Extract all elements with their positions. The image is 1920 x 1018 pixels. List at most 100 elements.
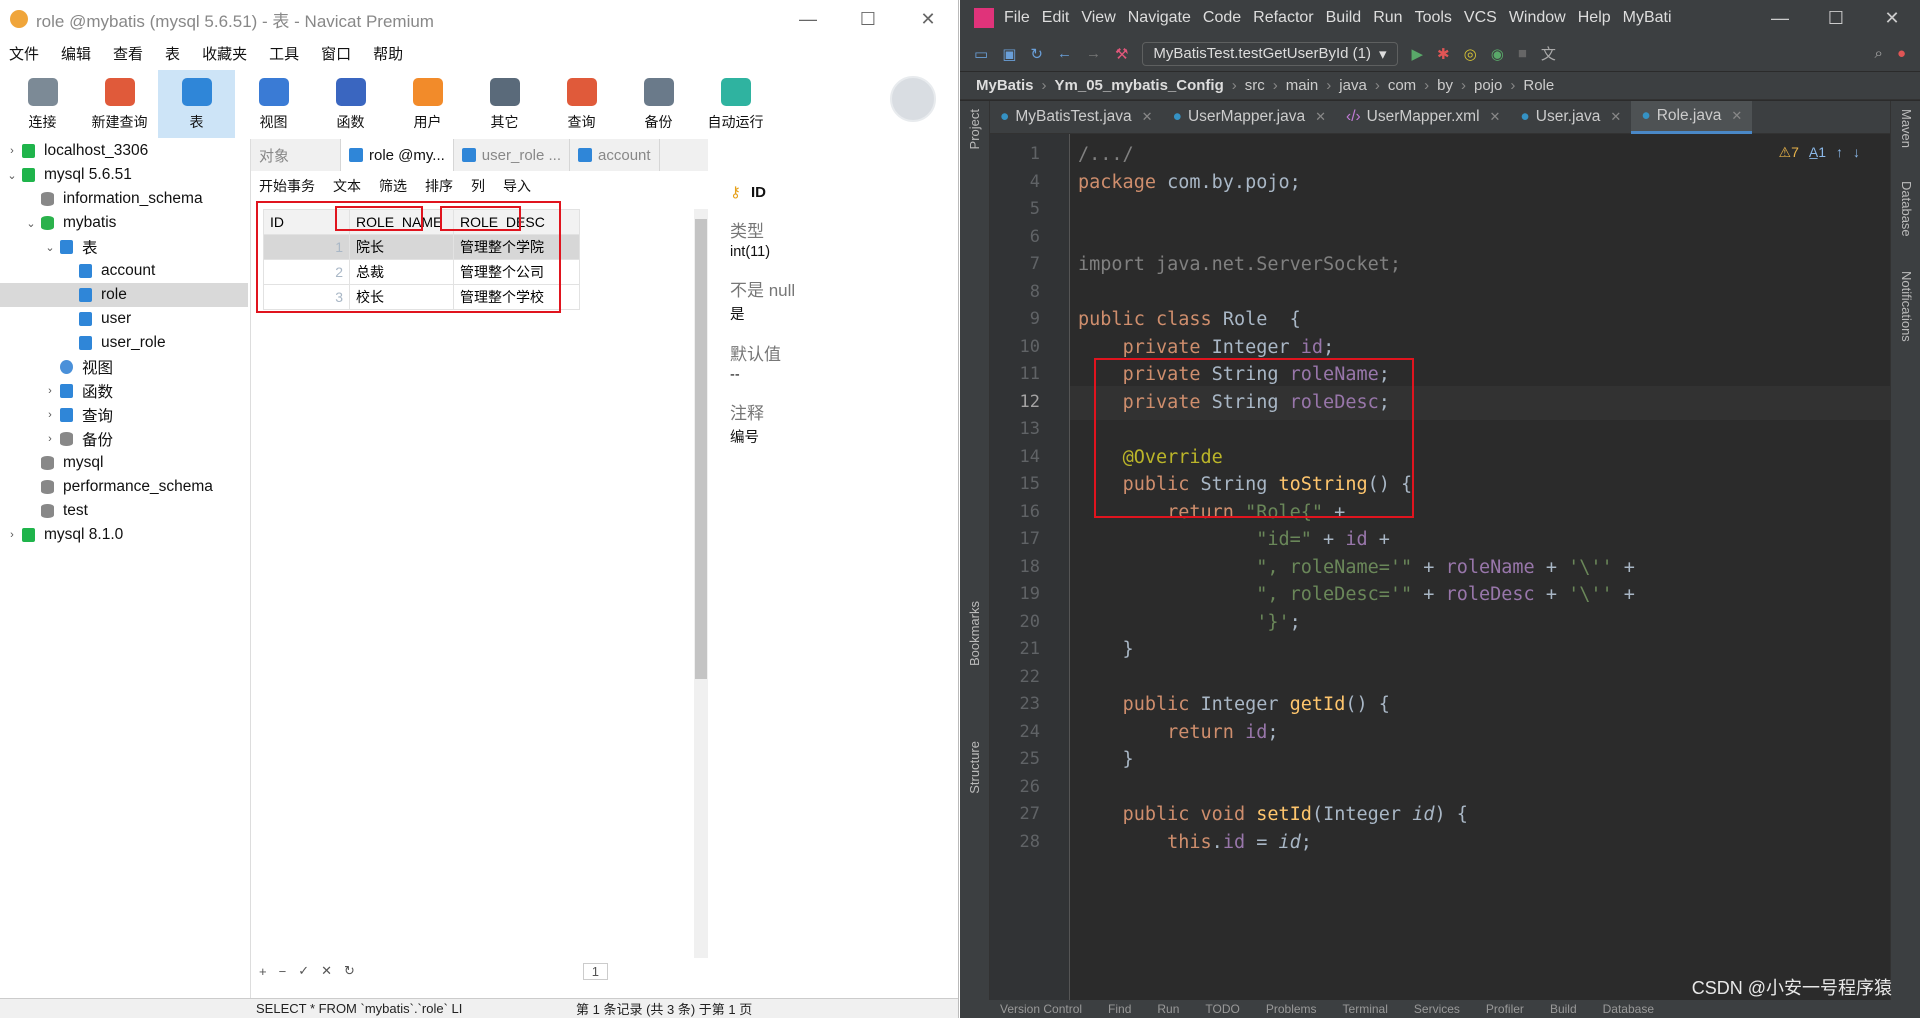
expand-icon[interactable]: ⌄	[25, 217, 37, 230]
tool-window-8[interactable]: Build	[1550, 1002, 1577, 1016]
tree-item[interactable]: user	[0, 307, 248, 331]
back-icon[interactable]: ←	[1057, 45, 1072, 62]
ide-menu-item-4[interactable]: Code	[1203, 9, 1241, 26]
object-tab-0[interactable]: 对象	[251, 139, 341, 171]
tree-item[interactable]: ⌄ 表	[0, 235, 248, 259]
object-tab-3[interactable]: account	[570, 139, 660, 171]
editor-tab-0[interactable]: ● MyBatisTest.java ✕	[990, 101, 1163, 134]
right-tool-0[interactable]: Maven	[1899, 109, 1914, 148]
tree-item[interactable]: test	[0, 499, 248, 523]
refresh-icon[interactable]: ↻	[344, 963, 355, 979]
expand-icon[interactable]: ›	[44, 433, 56, 445]
ide-menu-item-3[interactable]: Navigate	[1128, 9, 1191, 26]
menu-item-1[interactable]: 编辑	[52, 43, 104, 64]
ide-menu-item-6[interactable]: Build	[1326, 9, 1362, 26]
tree-item[interactable]: 视图	[0, 355, 248, 379]
maximize-icon[interactable]: ☐	[838, 0, 898, 38]
object-tab-2[interactable]: user_role ...	[454, 139, 571, 171]
breadcrumb-item[interactable]: Ym_05_mybatis_Config	[1055, 77, 1224, 94]
breadcrumb-item[interactable]: MyBatis	[976, 77, 1034, 94]
add-row-icon[interactable]: +	[259, 964, 267, 979]
breadcrumb-item[interactable]: com	[1388, 77, 1416, 94]
menu-item-5[interactable]: 工具	[260, 43, 312, 64]
scroll-thumb[interactable]	[695, 219, 707, 679]
expand-icon[interactable]: ⌄	[6, 169, 18, 182]
menu-item-2[interactable]: 查看	[104, 43, 156, 64]
toolbar-button-7[interactable]: 查询	[543, 70, 620, 138]
toolbar-button-5[interactable]: 用户	[389, 70, 466, 138]
breadcrumb-item[interactable]: src	[1245, 77, 1265, 94]
editor-tab-4[interactable]: ● Role.java ✕	[1631, 100, 1753, 134]
close-tab-icon[interactable]: ✕	[1731, 108, 1742, 124]
open-icon[interactable]: ▭	[974, 45, 988, 63]
tree-item[interactable]: information_schema	[0, 187, 248, 211]
minimize-icon[interactable]: —	[778, 0, 838, 38]
editor-tab-2[interactable]: ‹/› UserMapper.xml ✕	[1336, 101, 1510, 134]
ide-menu-item-12[interactable]: MyBati	[1623, 9, 1672, 26]
save-icon[interactable]: ▣	[1002, 45, 1016, 63]
tree-item[interactable]: › mysql 8.1.0	[0, 523, 248, 547]
close-tab-icon[interactable]: ✕	[1610, 109, 1621, 125]
ide-menu-item-1[interactable]: Edit	[1042, 9, 1070, 26]
grid-tool-2[interactable]: 筛选	[379, 176, 407, 196]
ide-menu-item-7[interactable]: Run	[1373, 9, 1402, 26]
tree-item[interactable]: › 查询	[0, 403, 248, 427]
update-icon[interactable]: ●	[1897, 45, 1906, 62]
breadcrumb-item[interactable]: java	[1339, 77, 1367, 94]
menu-item-0[interactable]: 文件	[0, 43, 52, 64]
menu-item-3[interactable]: 表	[156, 43, 193, 64]
tree-item[interactable]: › 函数	[0, 379, 248, 403]
object-tab-1[interactable]: role @my...	[341, 139, 454, 171]
debug-icon[interactable]: ✱	[1437, 45, 1450, 63]
grid-scrollbar[interactable]	[694, 209, 708, 958]
toolbar-button-8[interactable]: 备份	[620, 70, 697, 138]
toolbar-button-1[interactable]: 新建查询	[81, 70, 158, 138]
tool-window-1[interactable]: Find	[1108, 1002, 1131, 1016]
right-tool-1[interactable]: Database	[1899, 181, 1914, 237]
next-highlight-icon[interactable]: ↓	[1853, 144, 1860, 161]
expand-icon[interactable]: ›	[6, 145, 18, 157]
code-line[interactable]: this.id = id;	[1070, 826, 1890, 860]
menu-item-6[interactable]: 窗口	[312, 43, 364, 64]
coverage-icon[interactable]: ◎	[1464, 45, 1477, 63]
close-tab-icon[interactable]: ✕	[1315, 109, 1326, 125]
menu-item-4[interactable]: 收藏夹	[193, 43, 260, 64]
ide-menu-item-8[interactable]: Tools	[1415, 9, 1452, 26]
code-editor[interactable]: /.../package com.by.pojo; import java.net…	[1070, 134, 1890, 1000]
grid-tool-0[interactable]: 开始事务	[259, 176, 315, 196]
tool-window-7[interactable]: Profiler	[1486, 1002, 1524, 1016]
left-tool-2[interactable]: Structure	[967, 741, 982, 794]
avatar[interactable]	[890, 76, 936, 122]
tree-item[interactable]: › localhost_3306	[0, 139, 248, 163]
expand-icon[interactable]: ›	[44, 409, 56, 421]
run-config-select[interactable]: MyBatisTest.testGetUserById (1) ▾	[1142, 41, 1398, 66]
stop-icon[interactable]: ■	[1518, 45, 1527, 62]
ide-menu-item-11[interactable]: Help	[1578, 9, 1611, 26]
toolbar-button-9[interactable]: 自动运行	[697, 70, 774, 138]
tree-item[interactable]: role	[0, 283, 248, 307]
page-number[interactable]: 1	[582, 962, 608, 980]
expand-icon[interactable]: ›	[6, 529, 18, 541]
warning-count[interactable]: ⚠7	[1779, 144, 1799, 161]
ide-menu-item-2[interactable]: View	[1081, 9, 1115, 26]
forward-icon[interactable]: →	[1086, 45, 1101, 62]
tool-window-5[interactable]: Terminal	[1343, 1002, 1388, 1016]
editor-tab-1[interactable]: ● UserMapper.java ✕	[1163, 101, 1336, 134]
right-tool-2[interactable]: Notifications	[1899, 271, 1914, 342]
typo-count[interactable]: A̲1	[1809, 144, 1826, 161]
grid-tool-5[interactable]: 导入	[503, 176, 531, 196]
minimize-icon[interactable]: —	[1752, 0, 1808, 36]
profile-icon[interactable]: ◉	[1491, 45, 1504, 63]
tool-window-9[interactable]: Database	[1603, 1002, 1654, 1016]
tree-item[interactable]: mysql	[0, 451, 248, 475]
ide-menu-item-5[interactable]: Refactor	[1253, 9, 1313, 26]
maximize-icon[interactable]: ☐	[1808, 0, 1864, 36]
prev-highlight-icon[interactable]: ↑	[1836, 144, 1843, 161]
grid-tool-4[interactable]: 列	[471, 176, 485, 196]
toolbar-button-3[interactable]: 视图	[235, 70, 312, 138]
tool-window-0[interactable]: Version Control	[1000, 1002, 1082, 1016]
editor-tab-3[interactable]: ● User.java ✕	[1510, 101, 1631, 134]
tree-item[interactable]: account	[0, 259, 248, 283]
toolbar-button-2[interactable]: 表	[158, 70, 235, 138]
delete-row-icon[interactable]: −	[279, 964, 287, 979]
